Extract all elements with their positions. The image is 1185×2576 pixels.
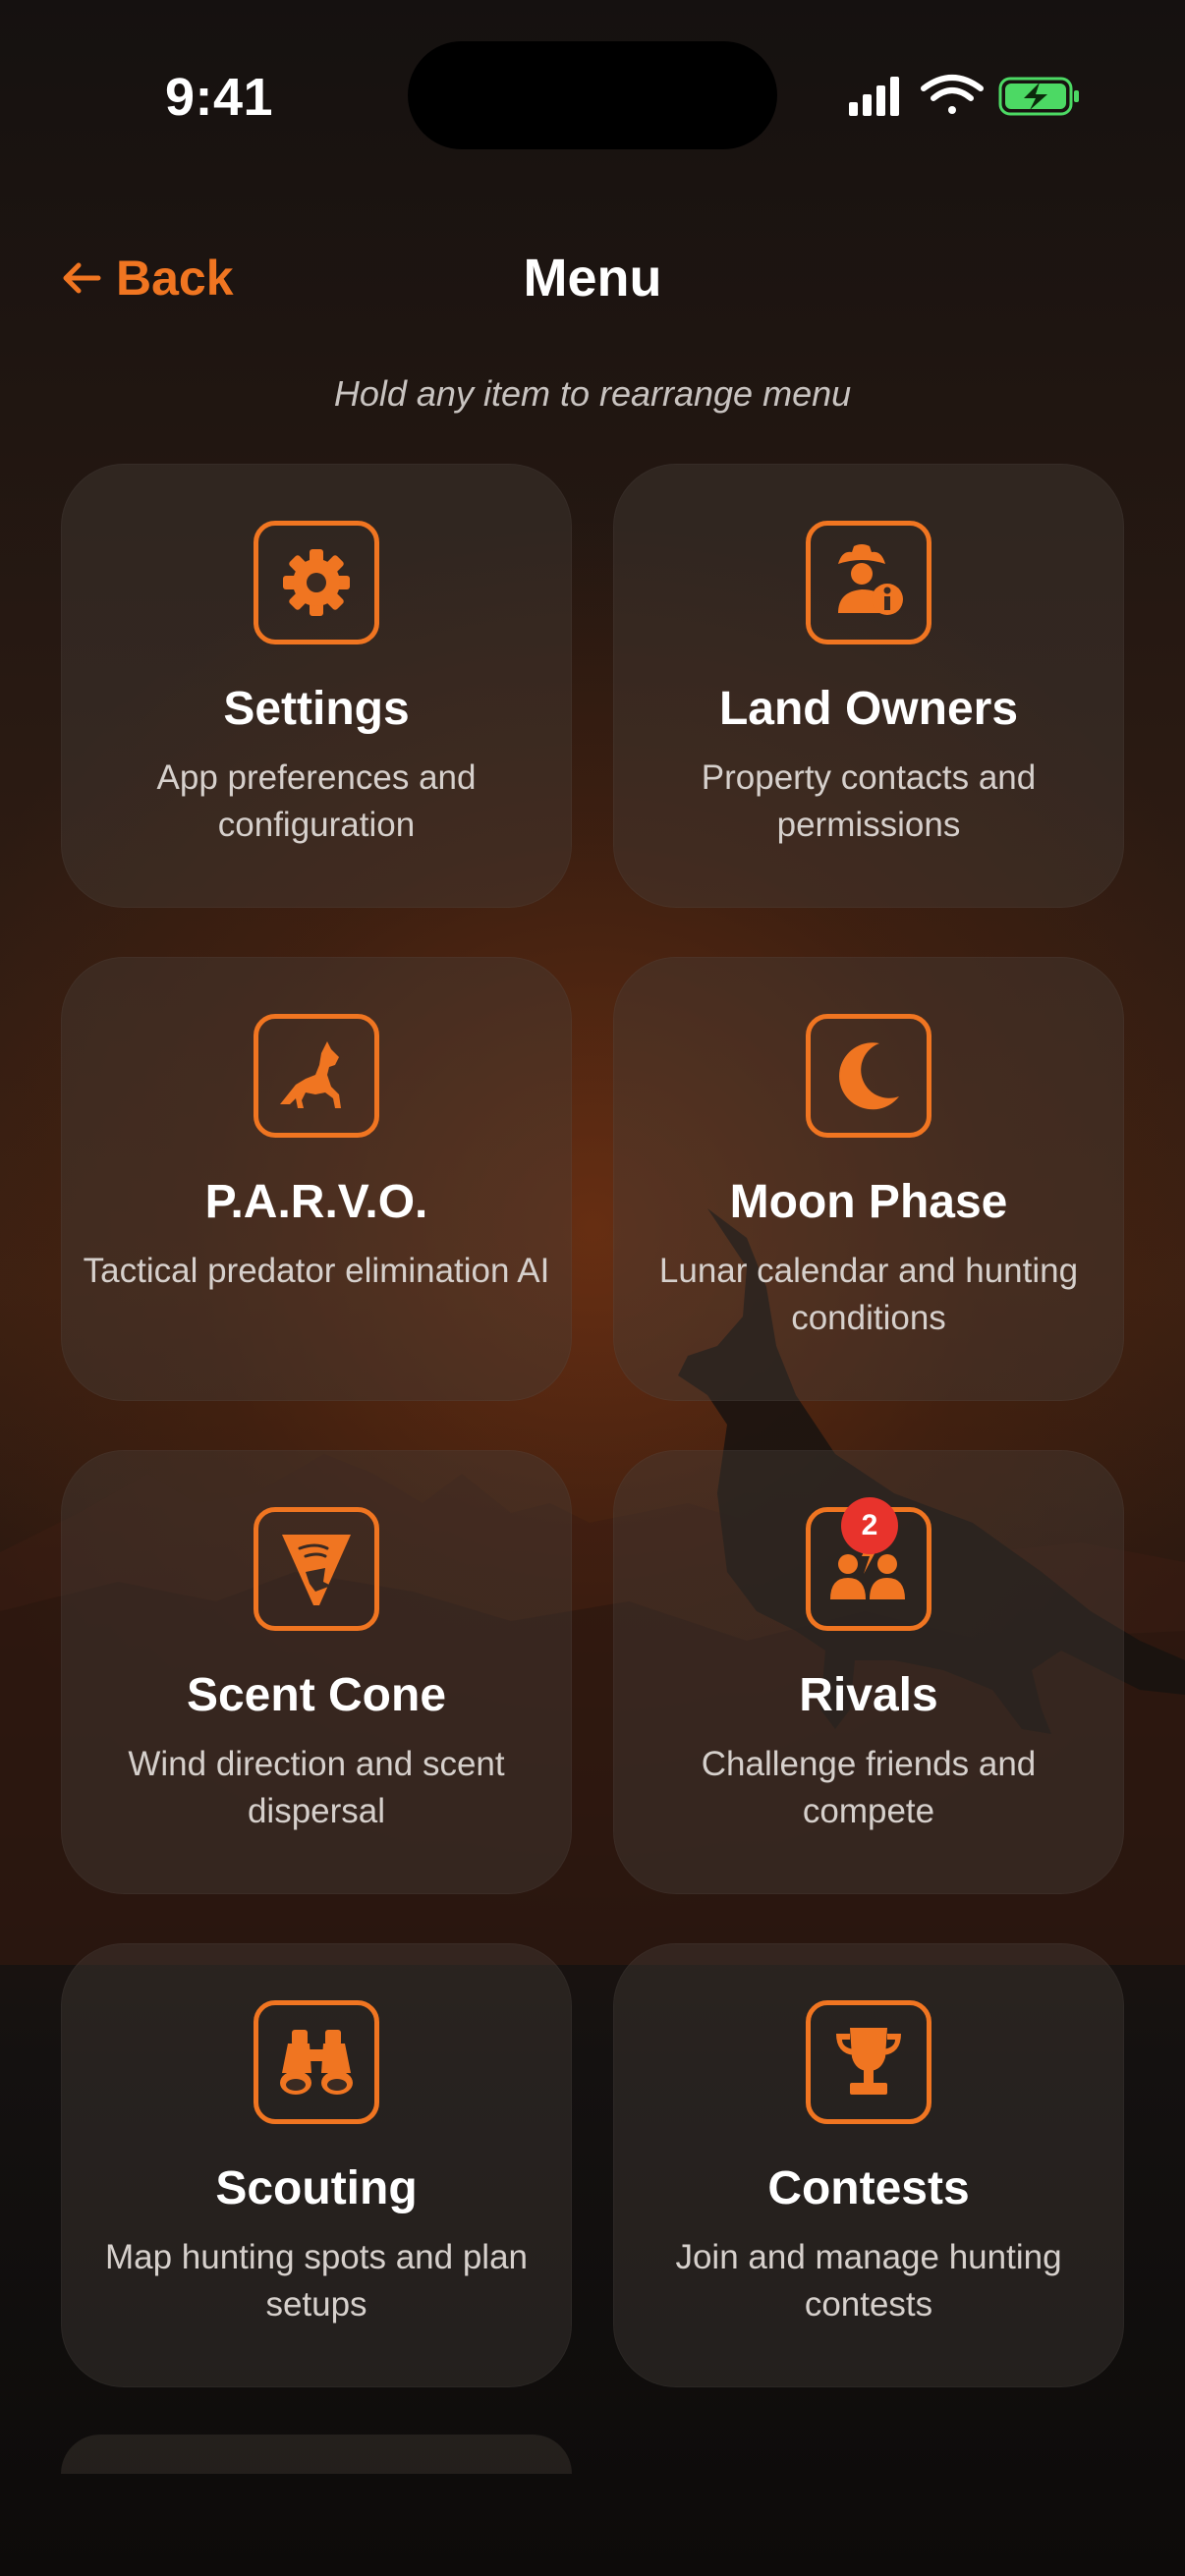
rearrange-hint: Hold any item to rearrange menu [333, 373, 852, 414]
menu-card-scent-cone[interactable]: Scent Cone Wind direction and scent disp… [61, 1450, 572, 1894]
scent-cone-icon [254, 1507, 379, 1631]
page-title: Menu [523, 249, 662, 308]
menu-card-description: Challenge friends and compete [701, 1745, 1037, 1830]
menu-card-title: Scent Cone [186, 1669, 447, 1721]
howling-wolf-icon [254, 1014, 379, 1138]
crescent-moon-icon [806, 1014, 931, 1138]
menu-card-title: Rivals [799, 1669, 938, 1721]
menu-card-description: Wind direction and scent dispersal [128, 1745, 505, 1830]
trophy-icon [806, 2000, 931, 2124]
menu-card-parvo[interactable]: P.A.R.V.O. Tactical predator elimination… [61, 957, 572, 1401]
menu-card-description: Property contacts and permissions [701, 758, 1037, 844]
menu-card-title: Land Owners [718, 683, 1019, 735]
battery-icon [998, 77, 1079, 116]
wifi-icon [921, 75, 984, 114]
signal-icon [849, 77, 899, 116]
menu-card-description: Join and manage hunting contests [675, 2238, 1062, 2324]
status-time: 9:41 [165, 68, 274, 127]
dynamic-island [408, 41, 777, 149]
landowner-icon [806, 521, 931, 644]
menu-card-settings[interactable]: Settings App preferences and configurati… [61, 464, 572, 908]
menu-card-description: Lunar calendar and hunting conditions [658, 1252, 1079, 1337]
gear-icon [254, 521, 379, 644]
menu-card-partial [61, 2435, 572, 2474]
binoculars-icon [254, 2000, 379, 2124]
menu-card-contests[interactable]: Contests Join and manage hunting contest… [613, 1943, 1124, 2387]
menu-card-scouting[interactable]: Scouting Map hunting spots and plan setu… [61, 1943, 572, 2387]
menu-card-title: Moon Phase [729, 1176, 1008, 1228]
menu-card-title: Scouting [215, 2162, 418, 2214]
menu-card-title: Settings [223, 683, 410, 735]
menu-card-description: Tactical predator elimination AI [83, 1252, 550, 1290]
menu-card-description: App preferences and configuration [156, 758, 477, 844]
status-icons [849, 75, 1079, 116]
notification-badge: 2 [841, 1497, 898, 1554]
menu-card-moon-phase[interactable]: Moon Phase Lunar calendar and hunting co… [613, 957, 1124, 1401]
menu-card-land-owners[interactable]: Land Owners Property contacts and permis… [613, 464, 1124, 908]
menu-card-title: Contests [767, 2162, 970, 2214]
menu-card-title: P.A.R.V.O. [204, 1176, 428, 1228]
menu-card-description: Map hunting spots and plan setups [104, 2238, 529, 2324]
